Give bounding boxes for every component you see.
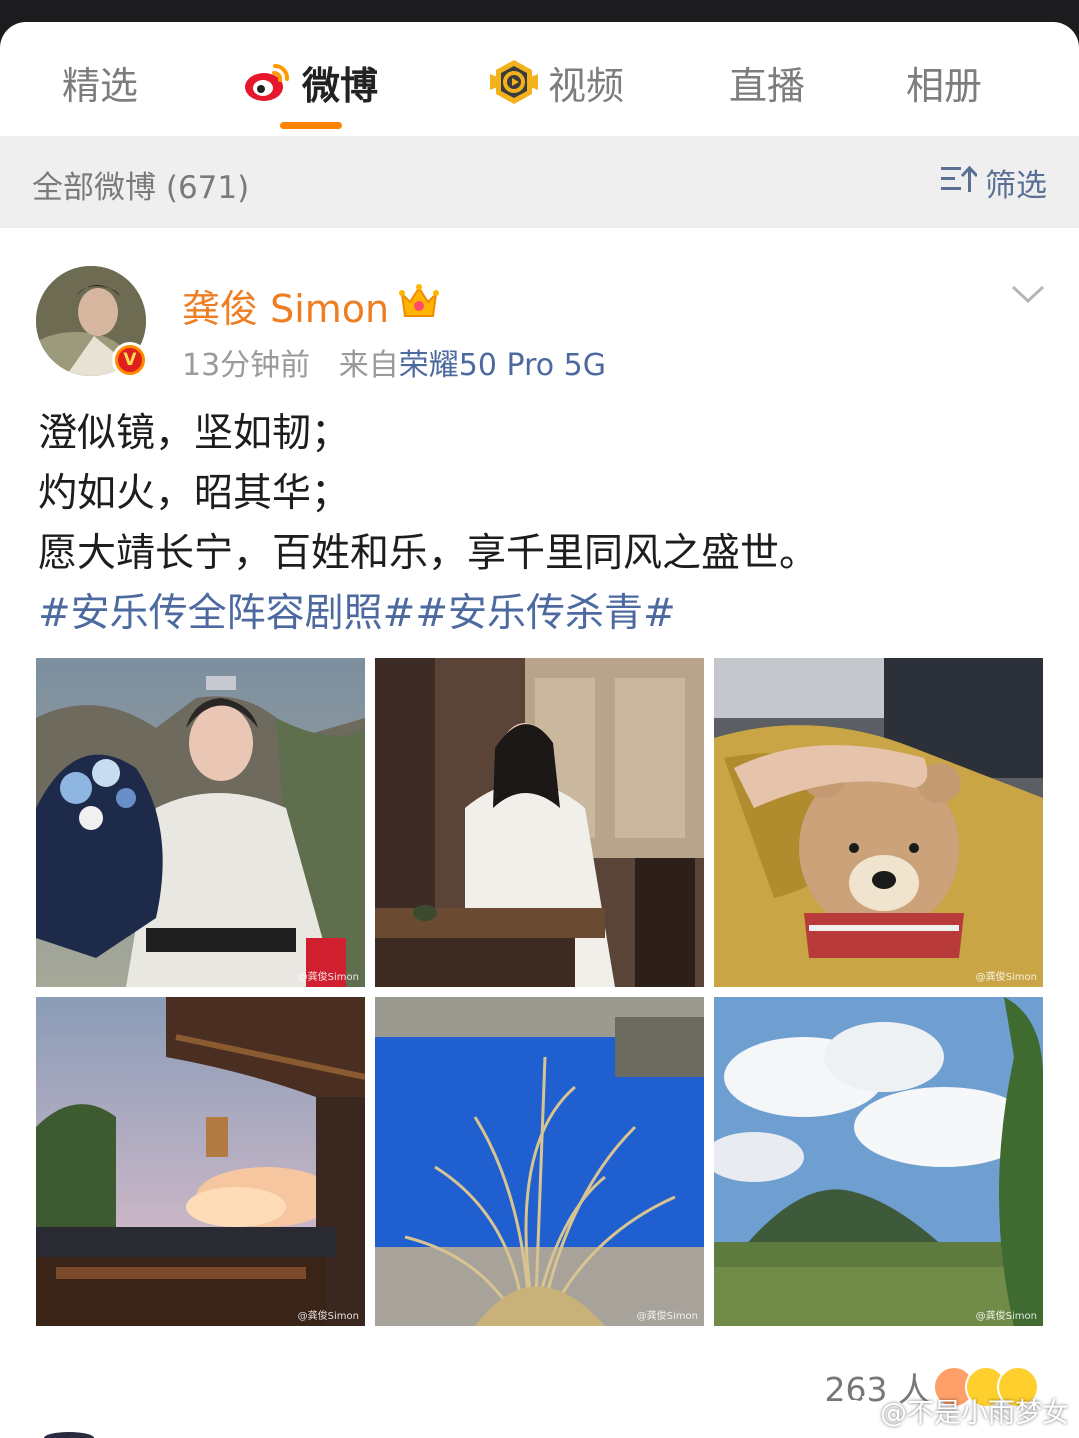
photo-watermark: @龚俊Simon xyxy=(975,972,1037,983)
photo-watermark: @龚俊Simon xyxy=(297,972,359,983)
tab-featured[interactable]: 精选 xyxy=(62,52,138,112)
post-time: 13分钟前 xyxy=(182,348,311,383)
source-prefix: 来自 xyxy=(338,348,399,383)
next-post-avatar xyxy=(44,1432,94,1438)
video-play-icon xyxy=(488,56,540,108)
photo-watermark: @龚俊Simon xyxy=(636,1311,698,1322)
weibo-post: V 龚俊 Simon 13分钟前 来自荣耀50 Pro 5G 澄似镜，坚如韧； … xyxy=(0,228,1079,1438)
post-text-line: 愿大靖长宁，百姓和乐，享千里同风之盛世。 xyxy=(38,531,819,576)
watermark-text: @不是小雨梦女 xyxy=(880,1398,1069,1429)
post-text: 澄似镜，坚如韧； 灼如火，昭其华； 愿大靖长宁，百姓和乐，享千里同风之盛世。 #… xyxy=(38,404,1048,644)
filter-button[interactable]: 筛选 xyxy=(941,160,1047,205)
tab-album[interactable]: 相册 xyxy=(906,52,982,112)
image-watermark: @不是小雨梦女 xyxy=(840,1391,1069,1430)
photo-teddy-bear[interactable]: @龚俊Simon xyxy=(714,658,1043,987)
active-tab-indicator xyxy=(280,122,342,129)
avatar[interactable]: V xyxy=(36,266,148,378)
post-text-line: 灼如火，昭其华； xyxy=(38,471,351,516)
filter-bar: 全部微博 (671) 筛选 xyxy=(0,136,1079,228)
photo-watermark: @龚俊Simon xyxy=(975,1311,1037,1322)
photo-costume-seated[interactable] xyxy=(375,658,704,987)
filter-icon xyxy=(941,164,985,202)
tab-label: 精选 xyxy=(62,63,139,108)
author-name: 龚俊 Simon xyxy=(182,287,390,331)
post-text-line: 澄似镜，坚如韧； xyxy=(38,411,351,456)
crown-vip-icon xyxy=(399,282,440,329)
tab-label: 相册 xyxy=(906,63,983,108)
photo-costume-flowers[interactable]: @龚俊Simon xyxy=(36,658,365,987)
tab-weibo[interactable]: 微博 xyxy=(242,52,378,112)
tab-label: 直播 xyxy=(729,63,806,108)
tab-label: 微博 xyxy=(302,63,379,108)
filter-label: 筛选 xyxy=(985,168,1047,204)
profile-feed-sheet: 精选 微博 视频 直播 相册 全部微博 (671) 筛选 V 龚俊 Simon … xyxy=(0,22,1079,1438)
photo-watermark: @龚俊Simon xyxy=(297,1311,359,1322)
tab-label: 视频 xyxy=(548,63,625,108)
tab-live[interactable]: 直播 xyxy=(729,52,805,112)
author-name-link[interactable]: 龚俊 Simon xyxy=(182,278,440,333)
hashtag-link[interactable]: #安乐传全阵容剧照##安乐传杀青# xyxy=(38,584,1048,644)
all-posts-count: 全部微博 (671) xyxy=(32,170,250,206)
weibo-logo-icon xyxy=(242,56,294,108)
weibo-watermark-icon xyxy=(840,1393,880,1428)
photo-mountain-field[interactable]: @龚俊Simon xyxy=(714,997,1043,1326)
photo-palace-sunset[interactable]: @龚俊Simon xyxy=(36,997,365,1326)
tab-video[interactable]: 视频 xyxy=(488,52,624,112)
chevron-down-icon[interactable] xyxy=(1011,284,1045,308)
post-meta: 13分钟前 来自荣耀50 Pro 5G xyxy=(182,340,606,384)
source-device[interactable]: 荣耀50 Pro 5G xyxy=(399,348,606,383)
photo-grid: @龚俊Simon @龚俊Simon @龚俊Simon @龚俊Simon @龚俊S… xyxy=(36,658,1044,1328)
verified-badge-icon: V xyxy=(112,342,148,378)
photo-grass-bluescreen[interactable]: @龚俊Simon xyxy=(375,997,704,1326)
profile-tab-bar: 精选 微博 视频 直播 相册 xyxy=(0,22,1079,136)
